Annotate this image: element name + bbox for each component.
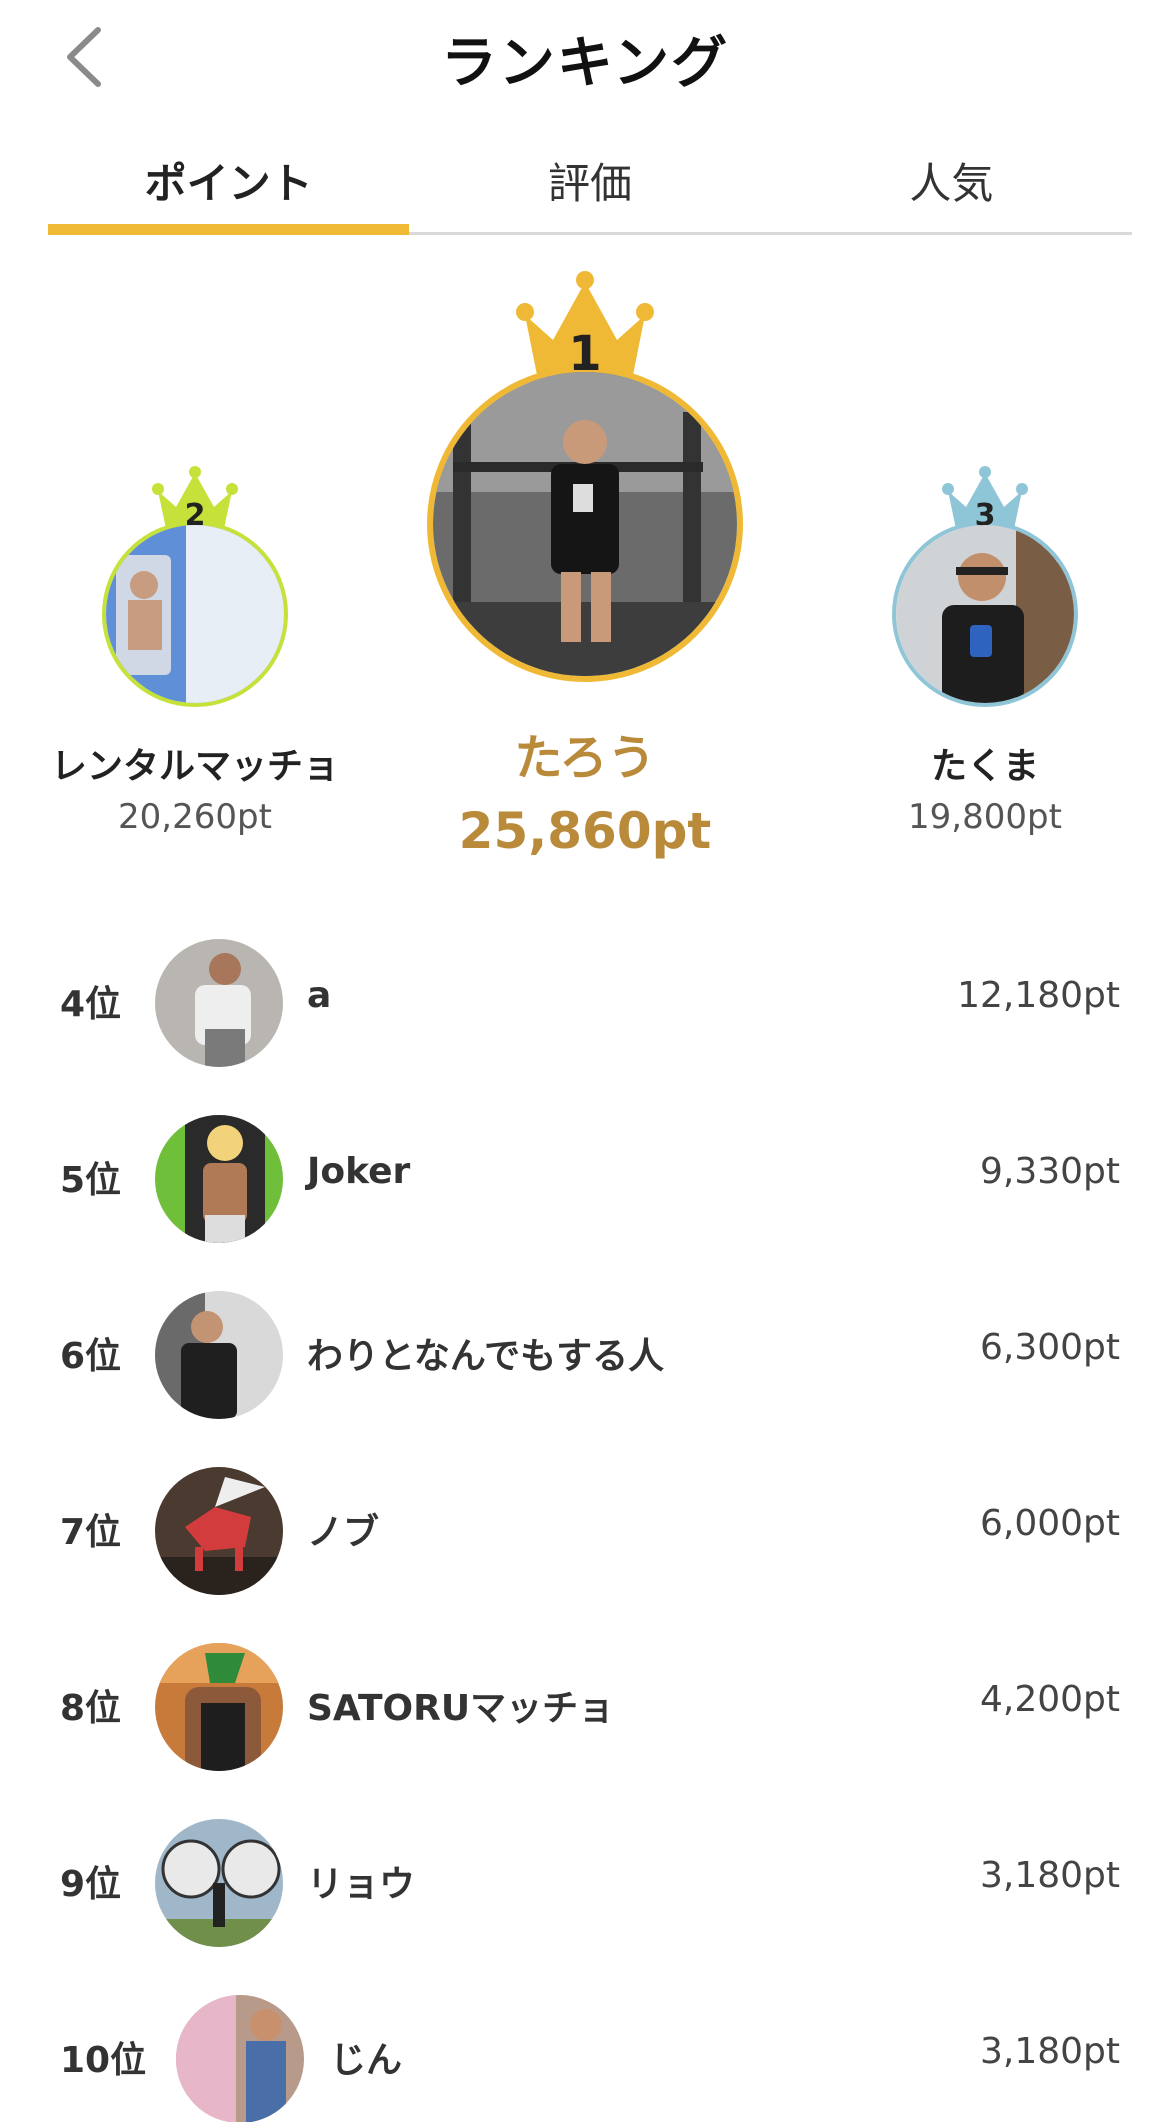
page-title: ランキング — [440, 31, 730, 96]
podium: 1 たろう 25,860pt 2 レンタルマッチョ 20,260pt 3 たくま… — [0, 250, 1170, 870]
list-item[interactable]: 10位 じん 3,180pt — [0, 1976, 1170, 2122]
crown-icon: 1 — [516, 271, 654, 380]
rank-number: 10位 — [60, 2040, 147, 2081]
podium-first[interactable]: 1 たろう 25,860pt — [425, 270, 745, 860]
rank-number: 5位 — [60, 1160, 122, 1201]
tab-points[interactable]: ポイント — [48, 130, 410, 235]
crown-rank-label: 1 — [568, 326, 601, 380]
podium-second-points: 20,260pt — [118, 797, 272, 837]
list-item[interactable]: 6位 わりとなんでもする人 6,300pt — [0, 1272, 1170, 1448]
ranking-list: 4位 a 12,180pt 5位 Joker 9,330pt 6位 わりとなんで… — [0, 920, 1170, 2122]
user-name: リョウ — [307, 1864, 416, 1905]
podium-third-name: たくま — [930, 746, 1039, 787]
avatar — [155, 1819, 283, 1947]
user-points: 6,000pt — [979, 1503, 1120, 1544]
podium-third-points: 19,800pt — [908, 797, 1062, 837]
user-points: 4,200pt — [979, 1679, 1120, 1720]
user-points: 6,300pt — [979, 1327, 1120, 1368]
user-name: SATORUマッチョ — [307, 1688, 615, 1729]
list-item[interactable]: 5位 Joker 9,330pt — [0, 1096, 1170, 1272]
tab-rating[interactable]: 評価 — [409, 130, 770, 232]
rank-number: 4位 — [60, 984, 122, 1025]
rank-number: 8位 — [60, 1688, 122, 1729]
tab-bar: ポイント 評価 人気 — [48, 130, 1132, 235]
avatar — [892, 521, 1078, 707]
user-points: 9,330pt — [979, 1151, 1120, 1192]
user-name: a — [307, 975, 332, 1016]
podium-second-name: レンタルマッチョ — [50, 746, 339, 787]
user-name: じん — [330, 2040, 403, 2081]
avatar — [427, 366, 743, 682]
avatar — [176, 1995, 304, 2122]
avatar — [155, 1467, 283, 1595]
list-item[interactable]: 7位 ノブ 6,000pt — [0, 1448, 1170, 1624]
podium-first-points: 25,860pt — [458, 802, 712, 860]
user-points: 12,180pt — [957, 975, 1120, 1016]
rank-number: 6位 — [60, 1336, 122, 1377]
user-points: 3,180pt — [979, 1855, 1120, 1896]
crown-icon: 3 — [942, 466, 1028, 531]
rank-number: 7位 — [60, 1512, 122, 1553]
user-name: わりとなんでもする人 — [307, 1336, 665, 1377]
list-item[interactable]: 9位 リョウ 3,180pt — [0, 1800, 1170, 1976]
avatar — [102, 521, 288, 707]
user-name: Joker — [307, 1151, 411, 1192]
header: ランキング — [0, 0, 1170, 120]
podium-second[interactable]: 2 レンタルマッチョ 20,260pt — [40, 465, 350, 837]
rank-number: 9位 — [60, 1864, 122, 1905]
list-item[interactable]: 8位 SATORUマッチョ 4,200pt — [0, 1624, 1170, 1800]
avatar — [155, 939, 283, 1067]
podium-third[interactable]: 3 たくま 19,800pt — [830, 465, 1140, 837]
podium-first-name: たろう — [514, 730, 656, 786]
avatar — [155, 1115, 283, 1243]
crown-icon: 2 — [152, 466, 238, 531]
avatar — [155, 1291, 283, 1419]
user-points: 3,180pt — [979, 2031, 1120, 2072]
list-item[interactable]: 4位 a 12,180pt — [0, 920, 1170, 1096]
avatar — [155, 1643, 283, 1771]
user-name: ノブ — [307, 1512, 380, 1553]
tab-popularity[interactable]: 人気 — [771, 130, 1132, 232]
